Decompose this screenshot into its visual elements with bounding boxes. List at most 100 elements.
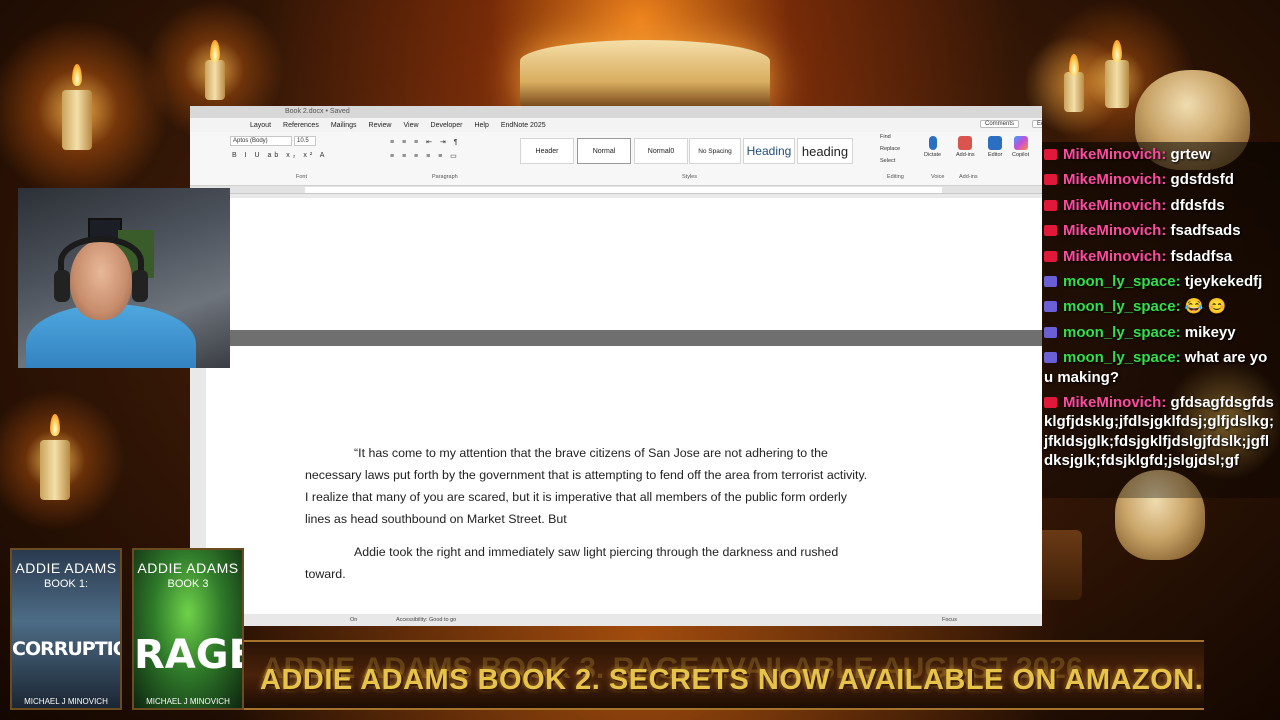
word-window: Book 2.docx • Saved Layout References Ma… — [190, 106, 1042, 626]
copilot-label: Copilot — [1012, 152, 1030, 158]
comments-button[interactable]: Comments — [980, 120, 1020, 128]
chat-text: mikeyy — [1184, 323, 1236, 341]
chat-separator: : — [1175, 349, 1181, 367]
chat-username: MikeMinovich — [1063, 196, 1162, 214]
chat-separator: : — [1161, 146, 1167, 163]
chat-text: grtew — [1170, 146, 1211, 163]
chat-username: moon_ly_space — [1063, 298, 1176, 316]
menu-help[interactable]: Help — [474, 122, 488, 129]
page-gap — [228, 330, 1042, 346]
font-format-buttons[interactable]: B I U ab x₂ x² A — [232, 152, 327, 159]
twitch-icon — [1044, 301, 1057, 313]
chat-separator: : — [1175, 273, 1181, 291]
replace-label: Replace — [880, 146, 901, 152]
youtube-icon — [1044, 250, 1057, 262]
editor-button[interactable]: Editor — [988, 136, 1002, 158]
document-page-current[interactable]: “It has come to my attention that the br… — [206, 346, 1042, 614]
status-on[interactable]: On — [350, 614, 357, 626]
addins-button[interactable]: Add-ins — [956, 136, 975, 158]
candle-lower-left — [40, 440, 70, 500]
style-normal[interactable]: Normal — [577, 138, 631, 164]
microphone-icon — [928, 136, 937, 150]
headset-left-cup — [54, 270, 70, 302]
chat-username: moon_ly_space — [1063, 323, 1176, 341]
editing-button[interactable]: Editing — [1032, 120, 1042, 128]
addins-label: Add-ins — [956, 152, 975, 158]
chat-separator: : — [1175, 298, 1181, 316]
youtube-icon — [1044, 225, 1057, 237]
chat-text: tjeykekedfj — [1184, 273, 1263, 291]
candle-left — [62, 90, 92, 150]
menu-references[interactable]: References — [283, 122, 319, 129]
chat-text: fsadfsads — [1170, 222, 1241, 240]
replace-button[interactable]: Replace — [880, 146, 900, 152]
copilot-icon — [1013, 136, 1028, 150]
promo-banner: ADDIE ADAMS BOOK 3. RAGE AVAILABLE AUGUS… — [244, 640, 1204, 710]
chat-username: MikeMinovich — [1063, 171, 1162, 189]
headset-right-cup — [132, 270, 148, 302]
cover-1-book: BOOK 1: — [43, 578, 89, 590]
font-group-label: Font — [296, 174, 308, 180]
chat-message: MikeMinovich: grtew — [1042, 142, 1280, 167]
style-heading-lower[interactable]: heading — [797, 138, 853, 164]
editing-group-label: Editing — [887, 174, 904, 180]
chat-message: MikeMinovich: dfdsfds — [1042, 193, 1280, 218]
menu-developer[interactable]: Developer — [431, 122, 463, 129]
ruler-area — [305, 187, 942, 193]
menu-endnote[interactable]: EndNote 2025 — [501, 122, 546, 129]
dictate-label: Dictate — [924, 152, 942, 158]
font-name-select[interactable]: Aptos (Body) — [230, 136, 292, 146]
cover-1-title: CORRUPTION — [12, 638, 120, 660]
chat-separator: : — [1161, 394, 1167, 412]
chat-separator: : — [1161, 196, 1167, 214]
menu-view[interactable]: View — [403, 122, 418, 129]
document-page-previous — [228, 198, 1042, 330]
chat-separator: : — [1161, 222, 1167, 240]
menu-review[interactable]: Review — [369, 122, 392, 129]
chat-message: moon_ly_space: mikeyy — [1042, 320, 1280, 345]
editor-label: Editor — [988, 152, 1003, 158]
cover-1-series: ADDIE ADAMS — [15, 560, 117, 576]
chat-separator: : — [1161, 171, 1167, 189]
find-label: Find — [880, 134, 891, 140]
chat-message: MikeMinovich: gfdsagfdsgfdsklgfjdsklg;jf… — [1042, 390, 1280, 474]
chat-separator: : — [1175, 323, 1181, 341]
banner-text: ADDIE ADAMS BOOK 2. SECRETS NOW AVAILABL… — [260, 664, 1204, 696]
copilot-button[interactable]: Copilot — [1012, 136, 1029, 158]
candle-left-small — [205, 60, 225, 100]
cover-3-book: BOOK 3 — [167, 578, 209, 590]
menu-mailings[interactable]: Mailings — [331, 122, 357, 129]
menu-layout[interactable]: Layout — [250, 122, 271, 129]
list-buttons[interactable]: ≡ ≡ ≡ ⇤ ⇥ ¶ — [390, 138, 460, 146]
twitch-icon — [1044, 352, 1057, 364]
style-heading[interactable]: Heading — [743, 138, 795, 164]
dictate-button[interactable]: Dictate — [924, 136, 941, 158]
font-size-select[interactable]: 10.5 — [294, 136, 316, 146]
webcam-feed — [18, 188, 230, 368]
select-button[interactable]: Select — [880, 158, 895, 164]
twitch-icon — [1044, 276, 1057, 288]
twitch-icon — [1044, 326, 1057, 338]
align-buttons[interactable]: ≡ ≡ ≡ ≡ ≡ ▭ — [390, 152, 460, 160]
paragraph-group-label: Paragraph — [432, 174, 458, 180]
cover-3-series: ADDIE ADAMS — [137, 560, 239, 576]
style-normal0[interactable]: Normal0 — [634, 138, 688, 164]
status-bar: On Accessibility: Good to go Focus — [190, 614, 1042, 626]
find-button[interactable]: Find — [880, 134, 891, 140]
style-no-spacing[interactable]: No Spacing — [689, 138, 741, 164]
editor-icon — [988, 136, 1003, 150]
focus-button[interactable]: Focus — [942, 614, 957, 626]
candle-right — [1105, 60, 1129, 108]
accessibility-status[interactable]: Accessibility: Good to go — [396, 614, 456, 626]
chat-message: moon_ly_space: what are you making? — [1042, 345, 1280, 390]
cover-3-author: MICHAEL J MINOVICH — [146, 697, 230, 706]
doc-line: lines as head southbound on Market Stree… — [305, 512, 567, 526]
book-cover-1: ADDIE ADAMS BOOK 1: CORRUPTION MICHAEL J… — [10, 548, 122, 710]
chat-message: MikeMinovich: fsdadfsa — [1042, 244, 1280, 269]
word-ribbon: Aptos (Body) 10.5 B I U ab x₂ x² A ≡ ≡ ≡… — [190, 132, 1042, 186]
style-header[interactable]: Header — [520, 138, 574, 164]
doc-line: Addie took the right and immediately saw… — [354, 545, 839, 559]
cover-3-title: RAGE — [134, 632, 244, 678]
chat-username: MikeMinovich — [1063, 394, 1162, 412]
candle-right-small — [1064, 72, 1084, 112]
